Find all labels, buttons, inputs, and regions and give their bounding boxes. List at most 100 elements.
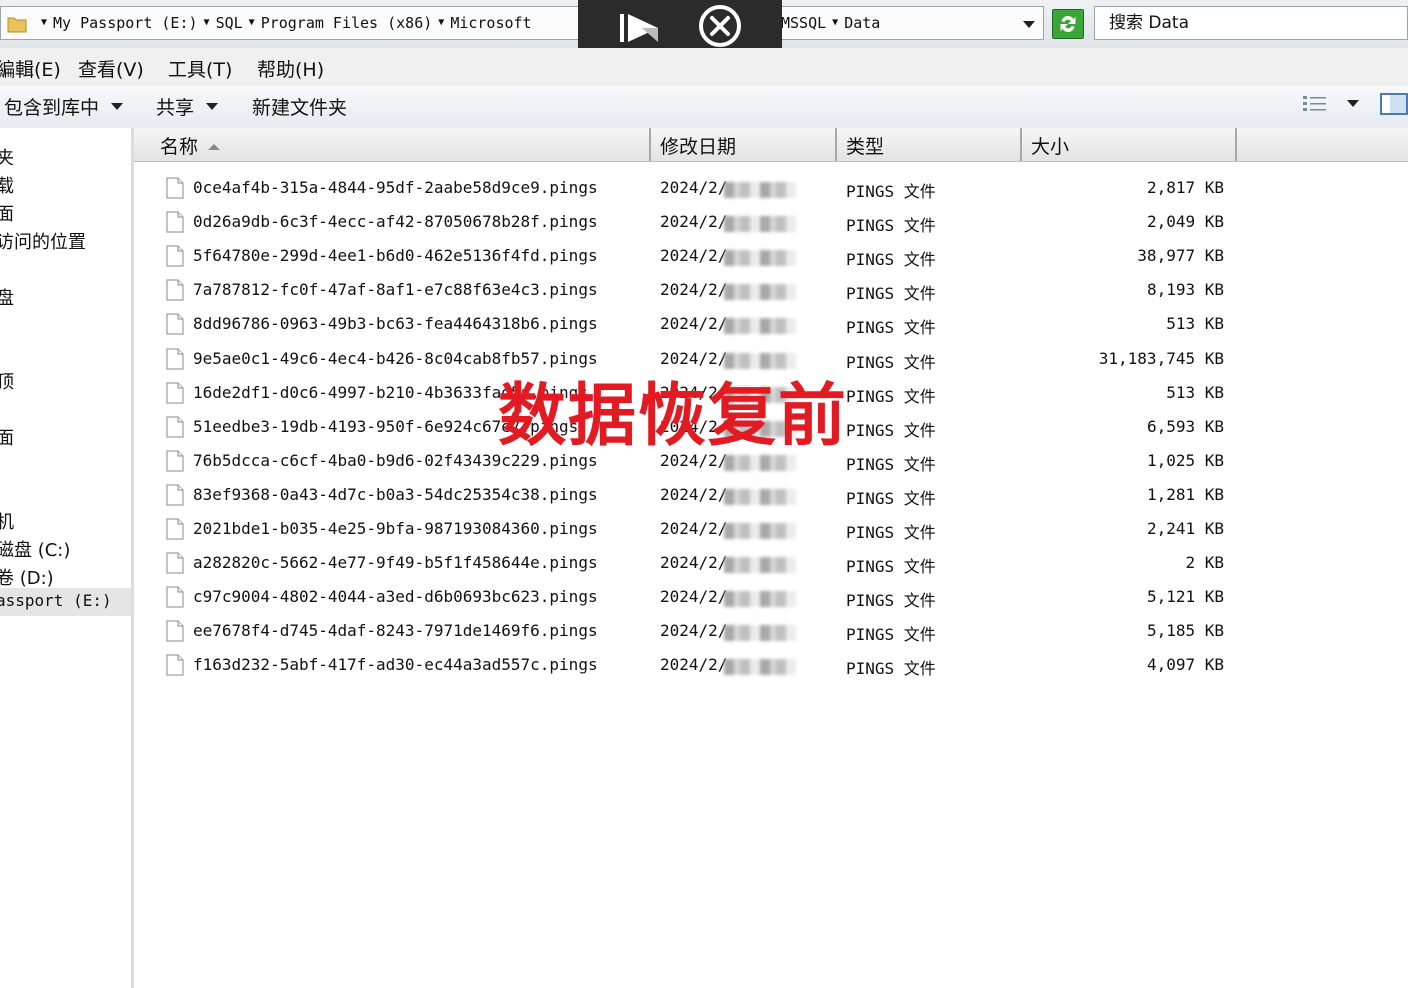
file-icon	[166, 177, 184, 199]
file-size: 6,593 KB	[1146, 416, 1224, 436]
redacted-date	[724, 659, 796, 676]
breadcrumb-item[interactable]: ▼ My Passport (E:)	[35, 7, 198, 39]
breadcrumb-item[interactable]: ▼ SQL	[198, 7, 243, 39]
file-name: 7a787812-fc0f-47af-8af1-e7c88f63e4c3.pin…	[193, 280, 598, 300]
redacted-date	[724, 591, 796, 608]
table-row[interactable]: f163d232-5abf-417f-ad30-ec44a3ad557c.pin…	[134, 649, 1408, 683]
column-divider[interactable]	[649, 128, 651, 161]
file-date: 2024/2/	[660, 587, 728, 607]
nav-item-drive-c[interactable]: 磁盘 (C:)	[0, 536, 70, 562]
breadcrumb-item[interactable]: ▼ Data	[826, 7, 880, 39]
nav-item-drive-d[interactable]: 卷 (D:)	[0, 564, 54, 590]
nav-item[interactable]: 载	[0, 172, 14, 198]
breadcrumb-item[interactable]: MSSQL	[781, 7, 826, 39]
column-divider[interactable]	[1235, 128, 1237, 161]
folder-icon	[7, 17, 27, 33]
chevron-down-icon: ▼	[248, 17, 255, 28]
menu-edit[interactable]: 編輯(E)	[0, 55, 61, 82]
file-type: PINGS 文件	[846, 591, 936, 611]
menu-view[interactable]: 查看(V)	[78, 55, 144, 82]
redacted-date	[724, 625, 796, 642]
nav-item[interactable]: 夹	[0, 144, 14, 170]
view-details-icon[interactable]	[1302, 94, 1328, 114]
breadcrumb-item[interactable]: ▼ Microsoft	[432, 7, 531, 39]
nav-item-computer[interactable]: 机	[0, 508, 14, 534]
nav-item[interactable]: 面	[0, 424, 14, 450]
file-size: 1,281 KB	[1146, 484, 1224, 504]
breadcrumb: ▼ My Passport (E:) ▼ SQL ▼ Program Files (x…	[35, 7, 532, 39]
nav-item-recent-places[interactable]: 访问的位置	[0, 228, 86, 254]
file-size: 2,817 KB	[1146, 178, 1224, 197]
table-row[interactable]: 7a787812-fc0f-47af-8af1-e7c88f63e4c3.pin…	[134, 274, 1408, 308]
nav-item[interactable]: 顶	[0, 368, 14, 394]
table-row[interactable]: 5f64780e-299d-4ee1-b6d0-462e5136f4fd.pin…	[134, 240, 1408, 274]
preview-pane-icon[interactable]	[1380, 92, 1408, 116]
file-icon	[166, 518, 184, 540]
new-folder-button[interactable]: 新建文件夹	[252, 93, 347, 120]
view-dropdown-icon[interactable]	[1347, 100, 1359, 107]
column-divider[interactable]	[835, 128, 837, 161]
watermark-text: 数据恢复前	[498, 377, 849, 456]
file-date: 2024/2/	[660, 178, 728, 197]
file-type: PINGS 文件	[846, 488, 936, 508]
file-icon	[166, 348, 184, 369]
file-name: 8dd96786-0963-49b3-bc63-fea4464318b6.pin…	[193, 314, 598, 334]
redacted-date	[724, 284, 796, 301]
file-icon	[166, 245, 184, 267]
file-date: 2024/2/	[660, 212, 728, 232]
nav-item[interactable]: 面	[0, 200, 14, 226]
column-divider[interactable]	[1020, 128, 1022, 161]
redacted-date	[724, 318, 796, 335]
redacted-date	[724, 523, 796, 539]
table-row[interactable]: 8dd96786-0963-49b3-bc63-fea4464318b6.pin…	[134, 308, 1408, 342]
file-size: 38,977 KB	[1137, 246, 1224, 266]
table-row[interactable]: a282820c-5662-4e77-9f49-b5f1f458644e.pin…	[134, 547, 1408, 581]
close-icon[interactable]	[698, 4, 742, 48]
file-date: 2024/2/	[660, 484, 728, 504]
column-header-name[interactable]: 名称	[160, 132, 221, 158]
table-row[interactable]: 0d26a9db-6c3f-4ecc-af42-87050678b28f.pin…	[134, 206, 1408, 240]
address-dropdown-icon[interactable]	[1023, 21, 1035, 28]
file-type: PINGS 文件	[846, 182, 936, 201]
play-icon[interactable]	[618, 10, 662, 46]
file-type: PINGS 文件	[846, 659, 936, 679]
file-type: PINGS 文件	[846, 557, 936, 577]
include-in-library-button[interactable]: 包含到库中	[4, 93, 124, 120]
menu-tools[interactable]: 工具(T)	[168, 55, 232, 82]
column-header-type[interactable]: 类型	[846, 132, 884, 158]
sort-ascending-icon	[208, 144, 221, 150]
file-icon	[166, 211, 184, 233]
redacted-date	[724, 182, 796, 198]
file-type: PINGS 文件	[846, 284, 936, 304]
file-size: 5,121 KB	[1146, 587, 1224, 607]
table-row[interactable]: 0ce4af4b-315a-4844-95df-2aabe58d9ce9.pin…	[134, 172, 1408, 206]
file-date: 2024/2/	[660, 553, 728, 573]
file-size: 1,025 KB	[1146, 450, 1224, 470]
file-size: 513 KB	[1166, 314, 1224, 334]
file-icon	[166, 279, 184, 301]
table-row[interactable]: 2021bde1-b035-4e25-9bfa-987193084360.pin…	[134, 513, 1408, 547]
table-row[interactable]: ee7678f4-d745-4daf-8243-7971de1469f6.pin…	[134, 615, 1408, 649]
file-name: 0d26a9db-6c3f-4ecc-af42-87050678b28f.pin…	[193, 212, 598, 232]
table-row[interactable]: c97c9004-4802-4044-a3ed-d6b0693bc623.pin…	[134, 581, 1408, 615]
refresh-icon[interactable]	[1052, 9, 1084, 39]
file-type: PINGS 文件	[846, 352, 936, 372]
column-header-size[interactable]: 大小	[1031, 132, 1069, 158]
table-row[interactable]: 83ef9368-0a43-4d7c-b0a3-54dc25354c38.pin…	[134, 479, 1408, 513]
search-input[interactable]: 搜索 Data	[1094, 6, 1408, 40]
file-name: f163d232-5abf-417f-ad30-ec44a3ad557c.pin…	[193, 655, 598, 675]
redacted-date	[724, 557, 796, 574]
file-name: 83ef9368-0a43-4d7c-b0a3-54dc25354c38.pin…	[193, 484, 598, 504]
column-header-date[interactable]: 修改日期	[660, 132, 736, 158]
address-box[interactable]: ▼ My Passport (E:) ▼ SQL ▼ Program Files (x…	[0, 6, 1044, 40]
share-button[interactable]: 共享	[156, 93, 219, 120]
breadcrumb-item[interactable]: ▼ Program Files (x86)	[243, 7, 433, 39]
file-icon	[166, 620, 184, 642]
chevron-down-icon: ▼	[203, 17, 210, 28]
chevron-down-icon: ▼	[41, 17, 48, 28]
nav-item-drive-e[interactable]: assport (E:)	[0, 588, 131, 616]
file-icon	[166, 654, 184, 676]
file-icon	[166, 382, 184, 404]
nav-item[interactable]: 盘	[0, 284, 14, 310]
menu-help[interactable]: 帮助(H)	[257, 55, 324, 82]
